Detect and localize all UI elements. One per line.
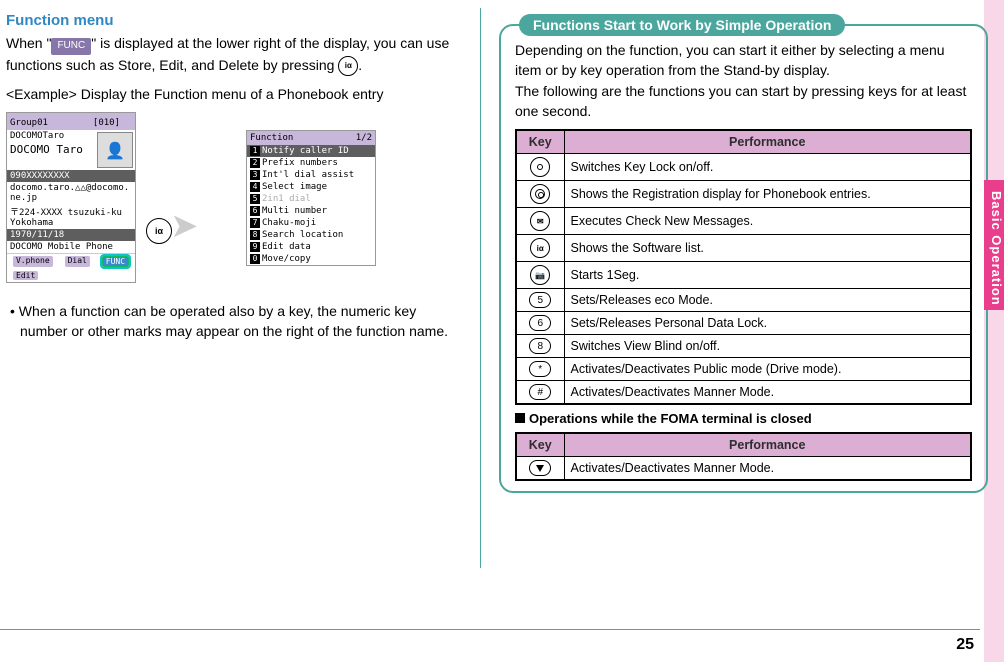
phone-row: 090XXXXXXXX bbox=[7, 170, 135, 182]
perf-cell: Activates/Deactivates Public mode (Drive… bbox=[564, 358, 971, 381]
section-title: Function menu bbox=[6, 12, 462, 29]
intro-paragraph: When "FUNC" is displayed at the lower ri… bbox=[6, 33, 462, 76]
numeric-key-icon: 8 bbox=[529, 338, 551, 354]
arrow-icon: ➤ bbox=[170, 206, 199, 246]
menu-item: 8Search location bbox=[247, 229, 375, 241]
contact-photo-icon: 👤 bbox=[97, 132, 133, 168]
phonebook-screenshot: Group01 [010] 👤 DOCOMOTaro DOCOMO Taro 0… bbox=[6, 112, 136, 283]
func-softkey: FUNC bbox=[102, 256, 129, 267]
numeric-key-icon: 5 bbox=[529, 292, 551, 308]
table-row: Activates/Deactivates Manner Mode. bbox=[516, 457, 971, 481]
table-row: Switches Key Lock on/off. bbox=[516, 154, 971, 181]
menu-item: 4Select image bbox=[247, 181, 375, 193]
feature-intro: Depending on the function, you can start… bbox=[515, 40, 972, 121]
table-row: * Activates/Deactivates Public mode (Driv… bbox=[516, 358, 971, 381]
camera-key-icon: 📷 bbox=[530, 265, 550, 285]
menu-item: 2Prefix numbers bbox=[247, 157, 375, 169]
perf-cell: Sets/Releases eco Mode. bbox=[564, 289, 971, 312]
perf-cell: Starts 1Seg. bbox=[564, 262, 971, 289]
table-row: 8 Switches View Blind on/off. bbox=[516, 335, 971, 358]
left-column: Function menu When "FUNC" is displayed a… bbox=[0, 0, 480, 620]
numeric-key-icon: # bbox=[529, 384, 551, 400]
perf-cell: Switches Key Lock on/off. bbox=[564, 154, 971, 181]
table-row: ✉ Executes Check New Messages. bbox=[516, 208, 971, 235]
ring-key-icon bbox=[530, 184, 550, 204]
key-performance-table-closed: Key Performance Activates/Deactivates Ma… bbox=[515, 432, 972, 481]
menu-item: 0Move/copy bbox=[247, 253, 375, 265]
footnote: • When a function can be operated also b… bbox=[6, 301, 462, 342]
table-row: Shows the Registration display for Phone… bbox=[516, 181, 971, 208]
perf-cell: Switches View Blind on/off. bbox=[564, 335, 971, 358]
perf-cell: Activates/Deactivates Manner Mode. bbox=[564, 457, 971, 481]
perf-cell: Executes Check New Messages. bbox=[564, 208, 971, 235]
perf-cell: Shows the Registration display for Phone… bbox=[564, 181, 971, 208]
center-key-icon bbox=[530, 157, 550, 177]
menu-item: 52in1 dial bbox=[247, 193, 375, 205]
feature-box-title: Functions Start to Work by Simple Operat… bbox=[519, 14, 845, 36]
numeric-key-icon: * bbox=[529, 361, 551, 377]
footer-rule bbox=[0, 629, 980, 630]
table-row: 6 Sets/Releases Personal Data Lock. bbox=[516, 312, 971, 335]
menu-item: 1Notify caller ID bbox=[247, 145, 375, 157]
th-performance: Performance bbox=[564, 433, 971, 457]
menu-item: 6Multi number bbox=[247, 205, 375, 217]
perf-cell: Sets/Releases Personal Data Lock. bbox=[564, 312, 971, 335]
table-row: # Activates/Deactivates Manner Mode. bbox=[516, 381, 971, 405]
example-label: <Example> Display the Function menu of a… bbox=[6, 84, 462, 104]
page-number: 25 bbox=[956, 636, 974, 654]
menu-item: 9Edit data bbox=[247, 241, 375, 253]
function-menu-screenshot: Function1/2 1Notify caller ID2Prefix num… bbox=[246, 130, 376, 266]
feature-box: Functions Start to Work by Simple Operat… bbox=[499, 24, 988, 493]
i-alpha-key-icon: iα bbox=[338, 56, 358, 76]
th-key: Key bbox=[516, 130, 564, 154]
func-badge: FUNC bbox=[51, 38, 91, 55]
perf-cell: Shows the Software list. bbox=[564, 235, 971, 262]
key-performance-table: Key Performance Switches Key Lock on/off… bbox=[515, 129, 972, 405]
perf-cell: Activates/Deactivates Manner Mode. bbox=[564, 381, 971, 405]
menu-item: 3Int'l dial assist bbox=[247, 169, 375, 181]
side-tab-basic-operation: Basic Operation bbox=[984, 180, 1004, 310]
example-screens: Group01 [010] 👤 DOCOMOTaro DOCOMO Taro 0… bbox=[6, 112, 462, 283]
menu-item: 7Chaku-moji bbox=[247, 217, 375, 229]
mail-key-icon: ✉ bbox=[530, 211, 550, 231]
i-alpha-key-icon: iα bbox=[530, 238, 550, 258]
table-row: iα Shows the Software list. bbox=[516, 235, 971, 262]
th-performance: Performance bbox=[564, 130, 971, 154]
down-key-icon bbox=[529, 460, 551, 476]
numeric-key-icon: 6 bbox=[529, 315, 551, 331]
subsection-heading: Operations while the FOMA terminal is cl… bbox=[515, 411, 972, 426]
table-row: 5 Sets/Releases eco Mode. bbox=[516, 289, 971, 312]
table-row: 📷 Starts 1Seg. bbox=[516, 262, 971, 289]
right-column: Functions Start to Work by Simple Operat… bbox=[481, 0, 1004, 620]
th-key: Key bbox=[516, 433, 564, 457]
i-alpha-key-icon: iα bbox=[146, 218, 172, 244]
